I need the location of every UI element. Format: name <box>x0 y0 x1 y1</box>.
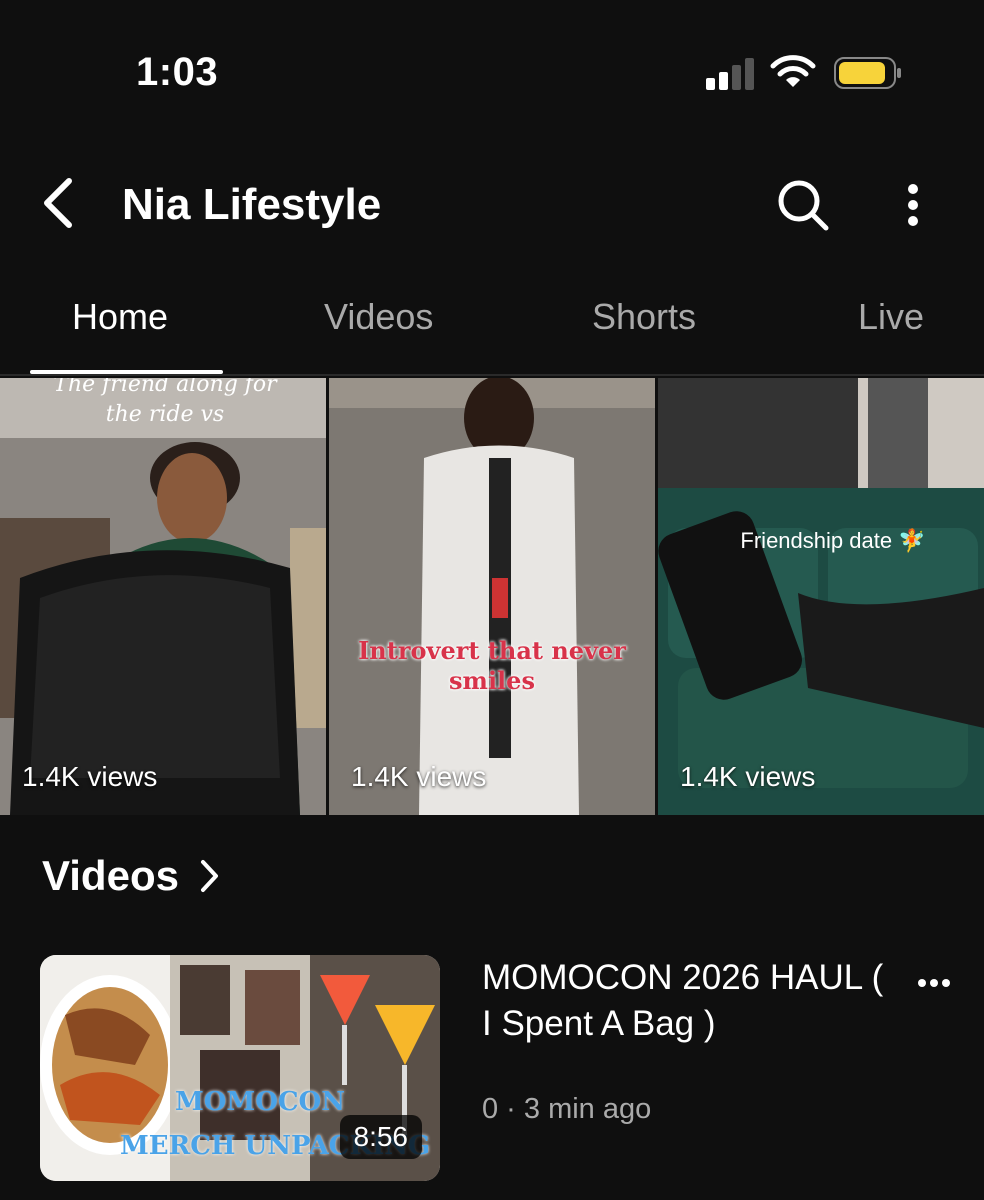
short-thumbnail <box>658 378 984 815</box>
more-vertical-icon <box>908 184 918 226</box>
channel-tabs: Home Videos Shorts Live <box>0 270 984 376</box>
search-icon <box>778 180 829 231</box>
section-title: Videos <box>42 852 179 899</box>
chevron-right-icon <box>200 860 218 892</box>
video-thumbnail[interactable]: MOMOCON MERCH UNPACKING 8:56 <box>40 955 440 1181</box>
short-views: 1.4K views <box>680 761 816 792</box>
more-options-button[interactable] <box>890 172 936 238</box>
video-meta: 0 · 3 min ago <box>482 1093 652 1125</box>
short-views: 1.4K views <box>351 761 487 792</box>
short-overlay-text: Introvert that never smiles <box>358 636 626 695</box>
back-arrow-icon <box>44 178 72 228</box>
short-overlay-text: Friendship date 🧚 <box>740 528 926 553</box>
active-tab-indicator <box>30 370 223 374</box>
wifi-icon <box>770 54 816 90</box>
more-horizontal-icon <box>918 979 950 987</box>
tab-live[interactable]: Live <box>858 296 924 338</box>
short-card[interactable]: The friend along for the ride vs 1.4K vi… <box>0 378 326 815</box>
battery-icon <box>834 56 902 90</box>
tab-videos[interactable]: Videos <box>324 296 433 338</box>
short-card[interactable]: Friendship date 🧚 1.4K views <box>658 378 984 815</box>
channel-title: Nia Lifestyle <box>122 180 382 229</box>
cellular-signal-icon <box>706 58 756 90</box>
short-thumbnail <box>0 378 326 815</box>
video-duration: 8:56 <box>339 1115 422 1159</box>
video-list-item[interactable]: MOMOCON MERCH UNPACKING 8:56 MOMOCON 202… <box>40 955 984 1181</box>
short-thumbnail <box>329 378 655 815</box>
tab-shorts[interactable]: Shorts <box>592 296 696 338</box>
thumbnail-text: MOMOCON <box>175 1087 345 1117</box>
channel-header: Nia Lifestyle <box>0 150 984 260</box>
shorts-shelf: The friend along for the ride vs 1.4K vi… <box>0 378 984 815</box>
videos-section-header[interactable]: Videos <box>42 852 221 900</box>
video-title[interactable]: MOMOCON 2026 HAUL ( I Spent A Bag ) <box>482 955 902 1047</box>
short-views: 1.4K views <box>22 761 158 792</box>
short-card[interactable]: Introvert that never smiles 1.4K views <box>329 378 655 815</box>
short-overlay-text: The friend along for the ride vs <box>53 378 277 427</box>
status-time: 1:03 <box>136 50 219 94</box>
search-button[interactable] <box>770 172 836 238</box>
status-bar: 1:03 <box>0 0 984 140</box>
tab-home[interactable]: Home <box>72 296 168 338</box>
back-button[interactable] <box>28 170 88 236</box>
video-more-button[interactable] <box>910 963 958 1003</box>
